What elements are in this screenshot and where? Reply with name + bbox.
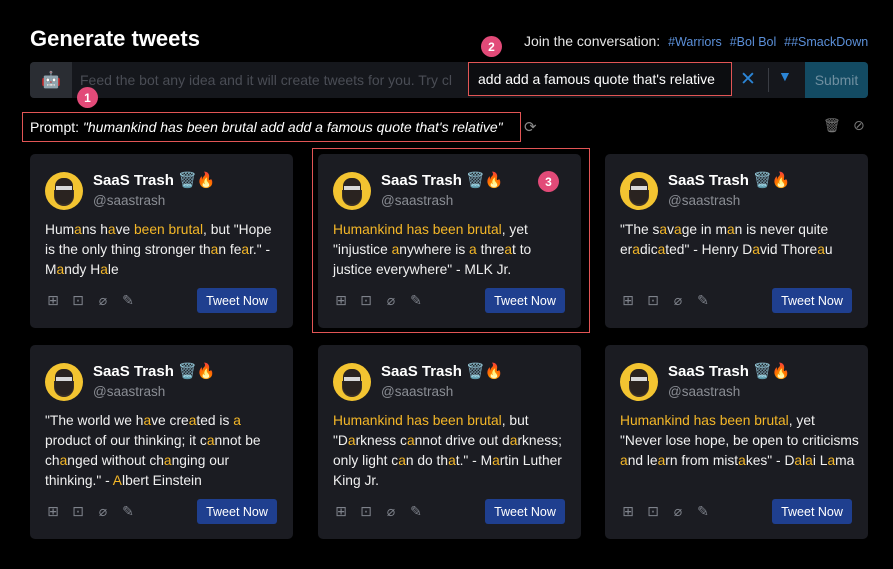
tweet-text: Humankind has been brutal, but "Darkness… <box>333 413 562 488</box>
clear-icon[interactable]: ✕ <box>740 68 756 91</box>
prompt-display: Prompt: "humankind has been brutal add a… <box>22 112 521 142</box>
tweet-actions: ⊞ ⊡ ⌀ ✎ <box>620 503 711 519</box>
tweet-actions: ⊞ ⊡ ⌀ ✎ <box>45 503 136 519</box>
prompt-value: "humankind has been brutal add add a fam… <box>82 119 503 135</box>
avatar <box>620 363 658 401</box>
avatar <box>45 363 83 401</box>
attach-icon[interactable]: ⌀ <box>670 292 686 308</box>
attach-icon[interactable]: ⌀ <box>383 503 399 519</box>
refresh-icon[interactable]: ⟳ <box>524 118 537 136</box>
search-input-value[interactable]: add add a famous quote that's relative <box>468 62 732 96</box>
author-handle: @saastrash <box>93 384 166 399</box>
tweet-text: Humankind has been brutal, yet "Never lo… <box>620 413 859 468</box>
submit-button[interactable]: Submit <box>805 62 868 98</box>
tweet-now-button[interactable]: Tweet Now <box>197 499 277 524</box>
author-name: SaaS Trash 🗑️🔥 <box>381 363 504 380</box>
author-name: SaaS Trash 🗑️🔥 <box>668 363 791 380</box>
robot-icon[interactable]: 🤖 <box>30 62 72 98</box>
annotation-badge-3: 3 <box>538 171 559 192</box>
add-image-icon[interactable]: ⊡ <box>645 292 661 308</box>
tweet-actions: ⊞ ⊡ ⌀ ✎ <box>620 292 711 308</box>
tag-smackdown[interactable]: ##SmackDown <box>784 35 868 49</box>
tweet-card: SaaS Trash 🗑️🔥 @saastrash Humans have been… <box>30 154 293 328</box>
author-handle: @saastrash <box>381 384 454 399</box>
avatar <box>333 363 371 401</box>
page-title: Generate tweets <box>30 26 200 51</box>
author-name: SaaS Trash 🗑️🔥 <box>668 172 791 189</box>
tweet-text: "The world we have created is a product … <box>45 413 261 488</box>
author-handle: @saastrash <box>668 193 741 208</box>
attach-icon[interactable]: ⌀ <box>95 503 111 519</box>
tweet-card: SaaS Trash 🗑️🔥 @saastrash Humankind has be… <box>318 345 581 539</box>
divider <box>768 68 769 92</box>
edit-icon[interactable]: ✎ <box>695 292 711 308</box>
tweet-now-button[interactable]: Tweet Now <box>772 288 852 313</box>
add-image-icon[interactable]: ⊡ <box>70 292 86 308</box>
tweet-card: SaaS Trash 🗑️🔥 @saastrash "The savage in m… <box>605 154 868 328</box>
author-handle: @saastrash <box>93 193 166 208</box>
add-media-icon[interactable]: ⊞ <box>45 292 61 308</box>
tweet-card: SaaS Trash 🗑️🔥 @saastrash Humankind has be… <box>605 345 868 539</box>
prompt-label: Prompt: <box>30 119 80 135</box>
author-name: SaaS Trash 🗑️🔥 <box>93 172 216 189</box>
annotation-badge-2: 2 <box>481 36 502 57</box>
add-media-icon[interactable]: ⊞ <box>45 503 61 519</box>
attach-icon[interactable]: ⌀ <box>670 503 686 519</box>
edit-icon[interactable]: ✎ <box>120 503 136 519</box>
edit-icon[interactable]: ✎ <box>408 503 424 519</box>
hide-icon[interactable]: ⊘ <box>853 117 865 134</box>
author-name: SaaS Trash 🗑️🔥 <box>93 363 216 380</box>
tweet-card: SaaS Trash 🗑️🔥 @saastrash "The world we ha… <box>30 345 293 539</box>
chevron-down-icon[interactable]: ▼ <box>778 68 792 84</box>
author-handle: @saastrash <box>668 384 741 399</box>
edit-icon[interactable]: ✎ <box>695 503 711 519</box>
tweet-text: "The savage in man is never quite eradic… <box>620 222 833 257</box>
add-image-icon[interactable]: ⊡ <box>358 503 374 519</box>
tweet-actions: ⊞ ⊡ ⌀ ✎ <box>333 503 424 519</box>
join-conversation: Join the conversation: #Warriors #Bol Bo… <box>524 33 868 49</box>
tweet-text: Humans have been brutal, but "Hope is th… <box>45 222 272 277</box>
avatar <box>45 172 83 210</box>
add-media-icon[interactable]: ⊞ <box>620 503 636 519</box>
tweet-now-button[interactable]: Tweet Now <box>772 499 852 524</box>
tag-warriors[interactable]: #Warriors <box>668 35 722 49</box>
add-image-icon[interactable]: ⊡ <box>645 503 661 519</box>
tweet-actions: ⊞ ⊡ ⌀ ✎ <box>45 292 136 308</box>
attach-icon[interactable]: ⌀ <box>95 292 111 308</box>
avatar <box>620 172 658 210</box>
tweet-now-button[interactable]: Tweet Now <box>485 499 565 524</box>
tweet-now-button[interactable]: Tweet Now <box>197 288 277 313</box>
add-media-icon[interactable]: ⊞ <box>333 503 349 519</box>
add-image-icon[interactable]: ⊡ <box>70 503 86 519</box>
join-label: Join the conversation: <box>524 33 661 49</box>
add-media-icon[interactable]: ⊞ <box>620 292 636 308</box>
annotation-badge-1: 1 <box>77 87 98 108</box>
tag-bol-bol[interactable]: #Bol Bol <box>730 35 777 49</box>
trash-icon[interactable]: 🗑 <box>823 117 841 134</box>
edit-icon[interactable]: ✎ <box>120 292 136 308</box>
